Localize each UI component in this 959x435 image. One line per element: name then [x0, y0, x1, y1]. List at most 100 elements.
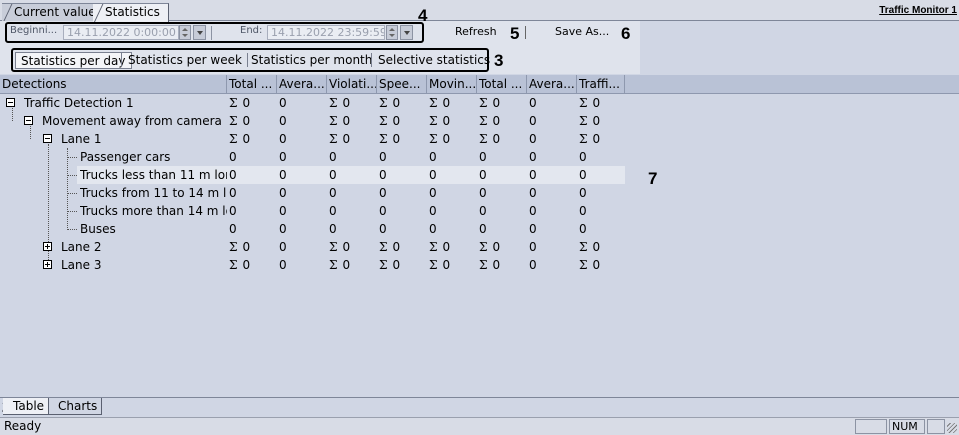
sigma-icon: Σ — [429, 114, 438, 128]
grid-cell: Σ0 — [329, 113, 350, 129]
grid-cell: 0 — [479, 150, 487, 164]
grid-cell: Σ0 — [379, 257, 400, 273]
column-header[interactable]: Total ... — [227, 75, 277, 94]
tree-row[interactable]: Trucks from 11 to 14 m lo 0 0 0 0 0 0 0 0 — [0, 184, 625, 202]
end-datetime-field[interactable]: 14.11.2022 23:59:59 — [267, 25, 385, 40]
grid-cell: 0 — [229, 186, 237, 200]
grid-header: Detections Total ... Avera... Violati...… — [0, 75, 959, 94]
sigma-icon: Σ — [479, 258, 488, 272]
grid-cell: 0 — [329, 186, 337, 200]
selective-statistics-button[interactable]: Selective statistics — [373, 52, 495, 69]
cell-value: 0 — [342, 240, 351, 254]
grid-cell: 0 — [279, 150, 287, 164]
column-header[interactable]: Total ... — [477, 75, 527, 94]
sigma-icon: Σ — [329, 114, 338, 128]
grid-cell: 0 — [279, 186, 287, 200]
tree-row[interactable]: Trucks more than 14 m lo 0 0 0 0 0 0 0 0 — [0, 202, 625, 220]
tree-connector — [68, 157, 77, 158]
tree-row[interactable]: Traffic Detection 1Σ00Σ0Σ0Σ0Σ00Σ0 — [0, 94, 625, 112]
grid-cell: 0 — [279, 204, 287, 218]
collapse-minus-icon[interactable] — [43, 134, 52, 143]
grid-cell: Σ0 — [429, 257, 450, 273]
grid-cell: 0 — [429, 222, 437, 236]
period-month-button[interactable]: Statistics per month — [246, 52, 377, 69]
column-header[interactable]: Movin... — [427, 75, 477, 94]
period-selector: Statistics per day Statistics per week S… — [11, 48, 490, 72]
begin-dropdown-icon[interactable] — [193, 25, 206, 40]
tree-row[interactable]: Movement away from camera Σ 0 0 Σ 0 Σ 0 Σ 0 Σ 0 0 Σ 0 — [0, 112, 625, 130]
grid-cell: Σ0 — [579, 239, 600, 255]
tab-statistics[interactable]: Statistics — [93, 3, 169, 22]
grid-cell: 0 — [579, 222, 587, 236]
column-header[interactable]: Traffi... — [577, 75, 625, 94]
grid-cell: Σ0 — [329, 131, 350, 147]
period-week-button[interactable]: Statistics per week — [123, 52, 247, 69]
tree-row[interactable]: Lane 1Σ00Σ0Σ0Σ0Σ00Σ0 — [0, 130, 625, 148]
date-range-group: Beginni... 14.11.2022 0:00:00 End: 14.11… — [5, 22, 424, 43]
tree-row-label: Trucks less than 11 m long — [80, 168, 227, 182]
grid-cell: 0 — [529, 132, 537, 146]
tab-table[interactable]: Table — [3, 398, 50, 415]
tree-row-label: Lane 1 — [61, 132, 102, 146]
tree-row[interactable]: Buses 0 0 0 0 0 0 0 0 — [0, 220, 625, 238]
end-dropdown-icon[interactable] — [400, 25, 413, 40]
grid-cell: 0 — [279, 222, 287, 236]
grid-cell: 0 — [279, 240, 287, 254]
grid-cell: 0 — [579, 168, 587, 182]
column-header[interactable]: Violati... — [327, 75, 377, 94]
app-title-link[interactable]: Traffic Monitor 1 — [879, 5, 957, 16]
column-header[interactable]: Avera... — [277, 75, 327, 94]
toolbar-separator — [525, 26, 526, 39]
status-pane-empty — [855, 419, 887, 434]
collapse-minus-icon[interactable] — [6, 98, 15, 107]
tab-current-value[interactable]: Current value — [2, 3, 105, 22]
tree-row[interactable]: Passenger cars 0 0 0 0 0 0 0 0 — [0, 148, 625, 166]
grid-cell: 0 — [329, 204, 337, 218]
collapse-minus-icon[interactable] — [24, 116, 33, 125]
tree-row-label: Movement away from camera — [42, 114, 222, 128]
end-spin-icon[interactable] — [386, 25, 398, 40]
end-label: End: — [240, 25, 263, 36]
tree-row[interactable]: Lane 2Σ00Σ0Σ0Σ0Σ00Σ0 — [0, 238, 625, 256]
field-divider — [211, 26, 212, 40]
grid-cell: 0 — [529, 204, 537, 218]
sigma-icon: Σ — [429, 96, 438, 110]
bottom-tab-bar: Table Charts — [0, 397, 959, 417]
cell-value: 0 — [342, 96, 351, 110]
grid-cell: 0 — [379, 222, 387, 236]
sigma-icon: Σ — [579, 258, 588, 272]
period-day-button[interactable]: Statistics per day — [15, 52, 132, 69]
grid-cell: 0 — [479, 186, 487, 200]
status-bar: Ready NUM — [0, 417, 959, 435]
column-header[interactable]: Spee... — [377, 75, 427, 94]
tab-charts[interactable]: Charts — [48, 398, 103, 415]
grid-cell: Σ0 — [479, 95, 500, 111]
grid-cell: Σ0 — [479, 131, 500, 147]
expand-plus-icon[interactable] — [43, 260, 52, 269]
grid-cell: Σ0 — [379, 131, 400, 147]
grid-cell: Σ0 — [579, 113, 600, 129]
begin-spin-icon[interactable] — [179, 25, 191, 40]
refresh-button[interactable]: Refresh — [455, 25, 497, 38]
sigma-icon: Σ — [379, 114, 388, 128]
expand-plus-icon[interactable] — [43, 242, 52, 251]
tree-row[interactable]: Trucks less than 11 m long 0 0 0 0 0 0 0 0 — [0, 166, 625, 184]
grid-cell: Σ0 — [429, 113, 450, 129]
tree-row[interactable]: Lane 3Σ00Σ0Σ0Σ0Σ00Σ0 — [0, 256, 625, 274]
grid-cell: 0 — [529, 186, 537, 200]
grid-cell: 0 — [329, 168, 337, 182]
grid-cell: Σ0 — [429, 131, 450, 147]
tree-row-label: Trucks more than 14 m lo — [80, 204, 227, 218]
column-header-detections[interactable]: Detections — [0, 75, 227, 94]
sigma-icon: Σ — [329, 258, 338, 272]
grid-cell: 0 — [229, 150, 237, 164]
tree-row-label: Traffic Detection 1 — [24, 96, 134, 110]
sigma-icon: Σ — [579, 96, 588, 110]
period-separator — [121, 53, 122, 67]
begin-datetime-field[interactable]: 14.11.2022 0:00:00 — [63, 25, 179, 40]
resize-grip-icon[interactable] — [947, 423, 957, 433]
save-as-button[interactable]: Save As... — [555, 25, 609, 38]
grid-cell: 0 — [379, 168, 387, 182]
cell-value: 0 — [492, 114, 501, 128]
column-header[interactable]: Avera... — [527, 75, 577, 94]
